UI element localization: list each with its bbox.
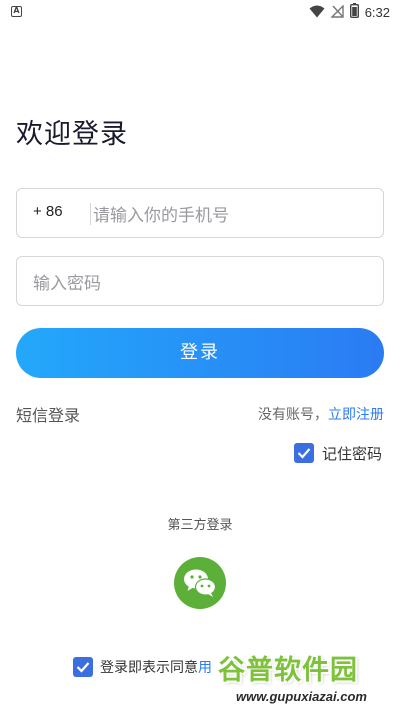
watermark-logo: 谷普软件园 www.gupuxiazai.com [218, 648, 396, 710]
login-button[interactable]: 登录 [16, 328, 384, 378]
battery-icon [349, 2, 359, 22]
password-field[interactable]: 输入密码 [16, 256, 384, 306]
check-icon [76, 662, 90, 673]
agreement-link[interactable]: 用 [198, 660, 212, 676]
wechat-icon [184, 569, 217, 597]
phone-field[interactable]: + 86 请输入你的手机号 [16, 188, 384, 238]
agreement-checkbox[interactable] [73, 657, 93, 677]
check-icon [297, 448, 311, 459]
password-input[interactable]: 输入密码 [33, 269, 101, 294]
status-icons: 6:32 [309, 2, 390, 22]
watermark-main-text: 谷普软件园 [218, 655, 358, 686]
status-time: 6:32 [364, 4, 390, 20]
remember-password-label[interactable]: 记住密码 [322, 443, 382, 464]
divider [90, 203, 91, 225]
agreement-text: 登录即表示同意用 [100, 657, 212, 677]
no-account-text: 没有账号， [258, 407, 328, 423]
status-bar: A 6:32 [0, 0, 400, 24]
third-party-label: 第三方登录 [167, 518, 233, 533]
page-title: 欢迎登录 [16, 119, 128, 150]
wifi-icon [309, 3, 325, 22]
agreement-prefix: 登录即表示同意 [100, 660, 198, 676]
no-signal-icon [329, 3, 344, 22]
sms-login-link[interactable]: 短信登录 [16, 402, 80, 426]
remember-password-checkbox[interactable] [294, 443, 314, 463]
wechat-login-button[interactable] [174, 557, 226, 609]
a-icon: A [11, 6, 22, 17]
country-code-selector[interactable]: + 86 [33, 203, 63, 220]
phone-input[interactable]: 请输入你的手机号 [93, 201, 229, 226]
watermark-url: www.gupuxiazai.com [236, 689, 367, 704]
register-link[interactable]: 立即注册 [328, 404, 384, 424]
